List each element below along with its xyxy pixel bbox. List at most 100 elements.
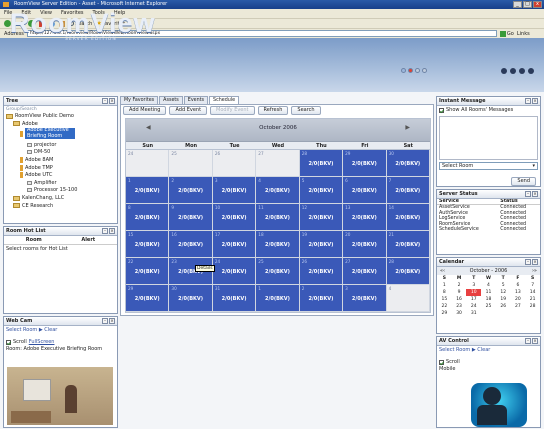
mini-calendar-day[interactable]: 27 — [511, 303, 526, 310]
calendar-event[interactable]: 2/0(BKV) — [256, 296, 298, 302]
mini-calendar-day[interactable]: 23 — [452, 303, 467, 310]
calendar-event[interactable]: 2/0(BKV) — [300, 296, 342, 302]
calendar-day[interactable]: 25 — [169, 150, 213, 177]
calendar-event[interactable]: 2/0(BKV) — [300, 215, 342, 221]
calendar-day[interactable]: 18 2/0(BKV) — [256, 231, 300, 258]
calendar-day[interactable]: 26 2/0(BKV) — [299, 258, 344, 285]
mini-calendar-day[interactable]: 5 — [496, 282, 511, 289]
mini-calendar-day[interactable]: 20 — [511, 296, 526, 303]
links-button[interactable]: Links — [517, 31, 530, 37]
calendar-day[interactable]: 17 2/0(BKV) — [212, 231, 257, 258]
calendar-event[interactable]: 2/0(BKV) — [343, 296, 385, 302]
show-all-checkbox[interactable] — [439, 107, 444, 113]
calendar-event[interactable]: 2/0(BKV) — [387, 215, 429, 221]
calendar-event[interactable]: 2/0(BKV) — [213, 188, 255, 194]
maximize-button[interactable]: □ — [523, 1, 532, 8]
calendar-event[interactable]: 2/0(BKV) — [126, 242, 168, 248]
tree-search[interactable]: Group/Search — [4, 106, 117, 113]
webcam-links[interactable]: Select Room ▶ Clear — [4, 326, 117, 334]
calendar-event[interactable]: 2/0(BKV) — [256, 215, 298, 221]
calendar-event[interactable]: 2/0(BKV) — [256, 242, 298, 248]
calendar-day[interactable]: 30 2/0(BKV) — [386, 150, 430, 177]
scroll-checkbox[interactable] — [439, 359, 444, 365]
calendar-day[interactable]: 12 2/0(BKV) — [299, 204, 344, 231]
calendar-day[interactable]: 27 — [256, 150, 300, 177]
mini-calendar-day[interactable]: 10 — [466, 289, 482, 296]
mini-calendar-day[interactable]: 6 — [511, 282, 526, 289]
collapse-icon[interactable]: – — [525, 259, 531, 265]
mini-calendar-day[interactable]: 14 — [525, 289, 540, 296]
calendar-event[interactable]: 2/0(BKV) — [169, 242, 211, 248]
collapse-icon[interactable]: – — [102, 98, 108, 104]
calendar-event[interactable]: 2/0(BKV) — [387, 269, 429, 275]
av-touchpanel-graphic[interactable] — [471, 383, 527, 427]
calendar-event[interactable]: 2/0(BKV) — [213, 296, 255, 302]
close-icon[interactable]: × — [532, 98, 538, 104]
calendar-day[interactable]: 19 2/0(BKV) — [299, 231, 344, 258]
add-meeting-button[interactable]: Add Meeting — [123, 106, 167, 115]
calendar-day[interactable]: 1 2/0(BKV) — [256, 285, 300, 312]
calendar-day[interactable]: 15 2/0(BKV) — [126, 231, 170, 258]
close-icon[interactable]: × — [532, 338, 538, 344]
calendar-event[interactable]: 2/0(BKV) — [256, 188, 298, 194]
send-button[interactable]: Send — [511, 177, 536, 186]
modify-event-button[interactable]: Modify Event — [210, 106, 255, 115]
calendar-event[interactable]: 2/0(BKV) — [343, 242, 385, 248]
tree-item[interactable]: RoomView Public Demo — [6, 113, 74, 119]
fullscreen-link[interactable]: FullScreen — [29, 339, 55, 345]
calendar-day[interactable]: 20 2/0(BKV) — [343, 231, 387, 258]
calendar-day[interactable]: 28 2/0(BKV) — [386, 258, 430, 285]
mini-calendar-day[interactable]: 13 — [511, 289, 526, 296]
prev-month-icon[interactable]: «‹ — [440, 268, 445, 274]
search-button[interactable]: Search — [291, 106, 321, 115]
tree-item[interactable]: Adobe TMP — [20, 164, 53, 171]
calendar-event[interactable]: 2/0(BKV) — [387, 242, 429, 248]
calendar-day[interactable]: 6 2/0(BKV) — [343, 177, 387, 204]
calendar-event[interactable]: 2/0(BKV) — [387, 161, 429, 167]
close-icon[interactable]: × — [532, 259, 538, 265]
calendar-day[interactable]: 24 2/0(BKV) — [212, 258, 257, 285]
collapse-icon[interactable]: – — [102, 228, 108, 234]
tree-item[interactable]: Adobe — [13, 121, 38, 127]
collapse-icon[interactable]: – — [525, 98, 531, 104]
mini-calendar-day[interactable]: 12 — [496, 289, 511, 296]
calendar-day[interactable]: 24 — [126, 150, 170, 177]
mini-calendar-day[interactable]: 26 — [496, 303, 511, 310]
close-icon[interactable]: × — [532, 191, 538, 197]
mini-calendar-day[interactable]: 22 — [437, 303, 452, 310]
tree-item[interactable]: Adobe 8AM — [20, 157, 53, 163]
mini-calendar-day[interactable]: 25 — [481, 303, 496, 310]
calendar-day[interactable]: 3 2/0(BKV) — [212, 177, 257, 204]
close-button[interactable]: x — [533, 1, 542, 8]
collapse-icon[interactable]: – — [525, 338, 531, 344]
close-icon[interactable]: × — [109, 228, 115, 234]
calendar-event[interactable]: 2/0(BKV) — [343, 269, 385, 275]
tab-assets[interactable]: Assets — [159, 96, 183, 104]
calendar-day[interactable]: 2 2/0(BKV) — [299, 285, 344, 312]
calendar-day[interactable]: 5 2/0(BKV) — [299, 177, 344, 204]
calendar-event[interactable]: 2/0(BKV) — [169, 296, 211, 302]
calendar-day[interactable]: 4 2/0(BKV) — [256, 177, 300, 204]
calendar-day[interactable]: 9 2/0(BKV) — [169, 204, 213, 231]
calendar-event[interactable]: 2/0(BKV) — [387, 188, 429, 194]
calendar-event[interactable]: 2/0(BKV) — [213, 242, 255, 248]
calendar-event[interactable]: 2/0(BKV) — [169, 215, 211, 221]
calendar-day[interactable]: 11 2/0(BKV) — [256, 204, 300, 231]
minimize-button[interactable]: _ — [513, 1, 522, 8]
calendar-event[interactable]: 2/0(BKV) — [126, 188, 168, 194]
calendar-event[interactable]: 2/0(BKV) — [126, 215, 168, 221]
logout-icon[interactable] — [528, 68, 534, 74]
calendar-event[interactable]: 2/0(BKV) — [300, 242, 342, 248]
tab-events[interactable]: Events — [183, 96, 209, 104]
calendar-day[interactable]: 26 — [212, 150, 257, 177]
calendar-day[interactable]: 29 2/0(BKV) — [343, 150, 387, 177]
calendar-event[interactable]: 2/0(BKV) — [300, 188, 342, 194]
scroll-checkbox[interactable] — [6, 339, 11, 345]
mini-calendar-day[interactable]: 2 — [452, 282, 467, 289]
calendar-event[interactable]: 2/0(BKV) — [343, 215, 385, 221]
mini-calendar-day[interactable]: 8 — [437, 289, 452, 296]
tree-item[interactable]: Adobe UTC — [20, 172, 52, 179]
mini-calendar-day[interactable]: 24 — [466, 303, 481, 310]
av-control-links[interactable]: Select Room ▶ Clear — [437, 346, 540, 354]
calendar-day[interactable]: 28 2/0(BKV) — [299, 150, 344, 177]
